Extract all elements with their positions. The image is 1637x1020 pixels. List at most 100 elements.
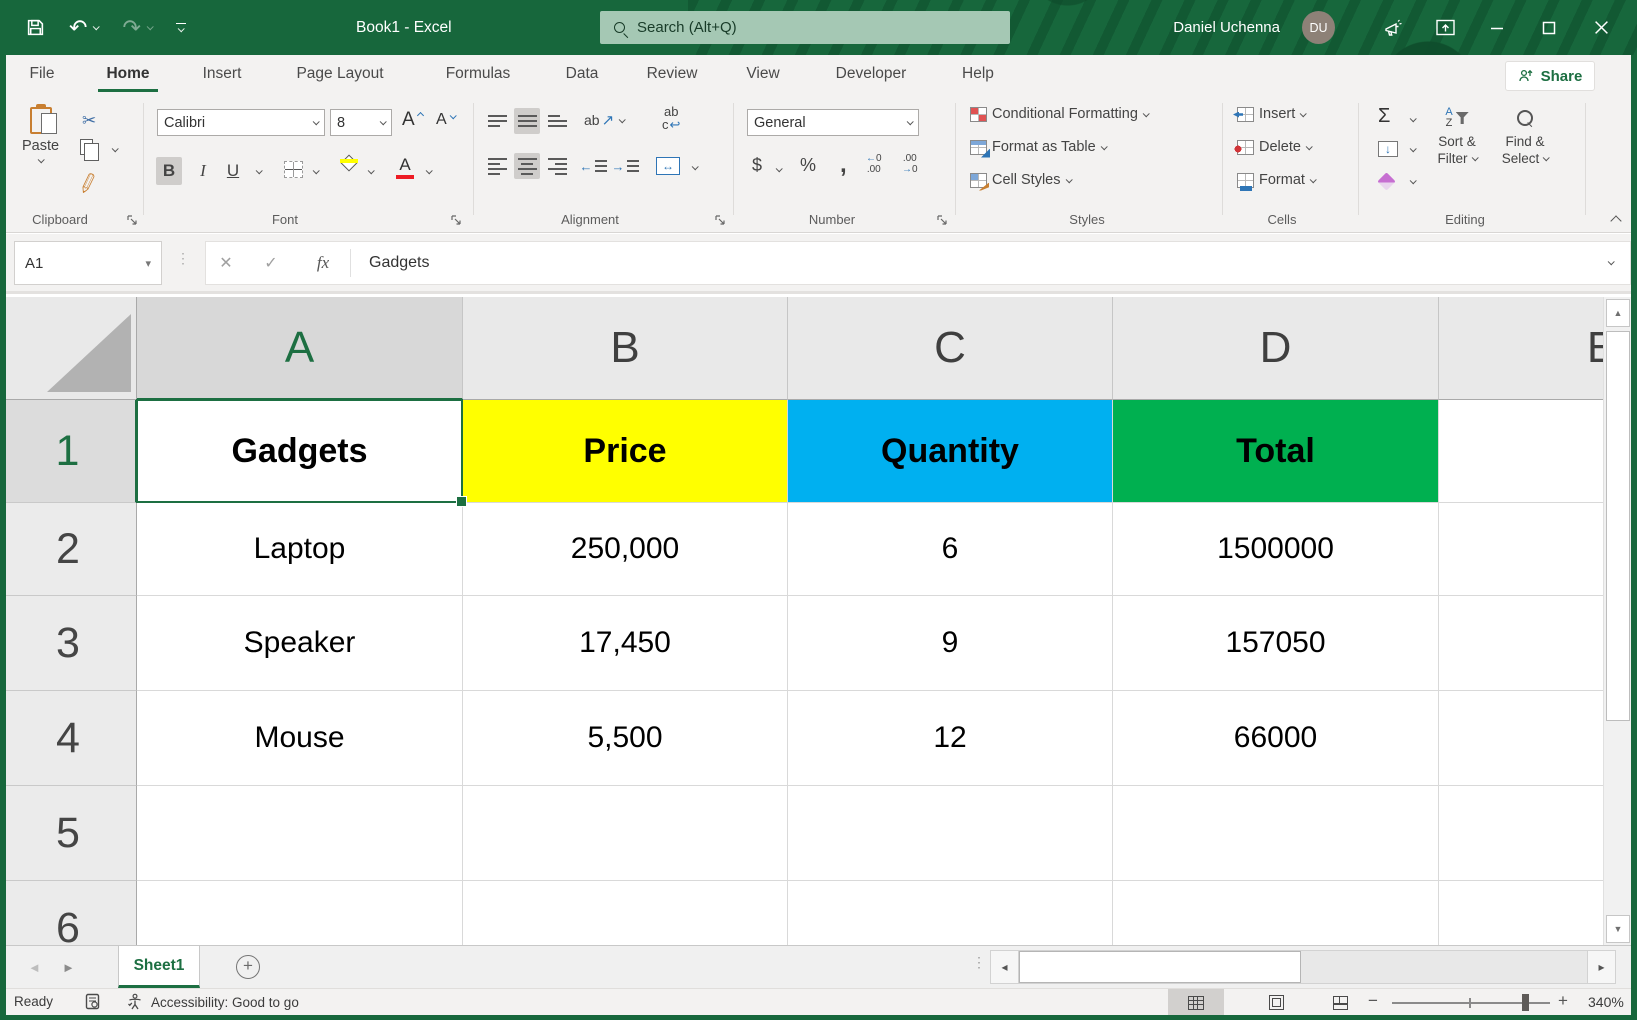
cell-D4[interactable]: 66000 bbox=[1113, 691, 1439, 786]
cell-A6[interactable] bbox=[137, 881, 463, 945]
cell-E6[interactable] bbox=[1439, 881, 1603, 945]
accessibility-status[interactable]: Accessibility: Good to go bbox=[126, 993, 299, 1011]
ribbon-display-options-button[interactable] bbox=[1419, 0, 1471, 55]
cell-C1[interactable]: Quantity bbox=[788, 400, 1113, 503]
row-header-4[interactable]: 4 bbox=[0, 691, 137, 786]
font-color-icon[interactable]: A bbox=[396, 155, 414, 175]
minimize-button[interactable] bbox=[1471, 0, 1523, 55]
borders-icon[interactable] bbox=[284, 161, 303, 178]
scroll-right-icon[interactable]: ▸ bbox=[1587, 951, 1615, 983]
column-header-D[interactable]: D bbox=[1113, 297, 1439, 400]
row-header-3[interactable]: 3 bbox=[0, 596, 137, 691]
cell-A2[interactable]: Laptop bbox=[137, 503, 463, 596]
format-painter-icon[interactable]: 🖉 bbox=[76, 169, 103, 202]
cut-button[interactable]: ✂ bbox=[82, 111, 96, 131]
cell-D3[interactable]: 157050 bbox=[1113, 596, 1439, 691]
align-middle-button[interactable] bbox=[514, 108, 540, 134]
scroll-left-icon[interactable]: ◂ bbox=[991, 951, 1019, 983]
zoom-in-button[interactable]: + bbox=[1558, 991, 1568, 1011]
normal-view-button[interactable] bbox=[1168, 989, 1224, 1016]
font-size-select[interactable]: 8 bbox=[330, 109, 392, 136]
formula-input[interactable]: Gadgets bbox=[369, 254, 429, 272]
zoom-level[interactable]: 340% bbox=[1588, 994, 1624, 1010]
row-header-2[interactable]: 2 bbox=[0, 503, 137, 596]
tab-page-layout[interactable]: Page Layout bbox=[282, 55, 398, 95]
cell-styles-button[interactable]: Cell Styles bbox=[970, 172, 1071, 188]
fill-button[interactable]: ↓ bbox=[1378, 141, 1398, 157]
borders-dropdown-icon[interactable] bbox=[313, 167, 320, 174]
row-header-6[interactable]: 6 bbox=[0, 881, 137, 945]
clipboard-dialog-launcher[interactable] bbox=[126, 214, 139, 227]
number-format-select[interactable]: General bbox=[747, 109, 919, 136]
zoom-out-button[interactable]: − bbox=[1368, 991, 1378, 1011]
tab-view[interactable]: View bbox=[735, 55, 791, 95]
align-top-button[interactable] bbox=[484, 108, 510, 134]
redo-button[interactable]: ↷ bbox=[122, 17, 151, 39]
cell-D5[interactable] bbox=[1113, 786, 1439, 881]
user-name[interactable]: Daniel Uchenna bbox=[1173, 19, 1280, 36]
cell-C4[interactable]: 12 bbox=[788, 691, 1113, 786]
maximize-button[interactable] bbox=[1523, 0, 1575, 55]
cell-A4[interactable]: Mouse bbox=[137, 691, 463, 786]
select-all-button[interactable] bbox=[0, 297, 137, 400]
tab-data[interactable]: Data bbox=[552, 55, 612, 95]
merge-center-dropdown-icon[interactable] bbox=[692, 163, 699, 170]
vertical-scroll-thumb[interactable] bbox=[1606, 331, 1630, 721]
italic-button[interactable]: I bbox=[192, 157, 214, 185]
increase-decimal-button[interactable]: ←0.00 bbox=[866, 153, 882, 175]
tab-review[interactable]: Review bbox=[634, 55, 710, 95]
format-cells-button[interactable]: Format bbox=[1237, 172, 1315, 188]
row-header-5[interactable]: 5 bbox=[0, 786, 137, 881]
accounting-dropdown-icon[interactable] bbox=[776, 165, 783, 172]
cell-C6[interactable] bbox=[788, 881, 1113, 945]
cell-B5[interactable] bbox=[463, 786, 788, 881]
comma-style-button[interactable]: , bbox=[840, 151, 847, 179]
cell-E4[interactable] bbox=[1439, 691, 1603, 786]
font-color-dropdown-icon[interactable] bbox=[426, 167, 433, 174]
collapse-ribbon-icon[interactable] bbox=[1610, 215, 1621, 226]
copy-dropdown-icon[interactable] bbox=[112, 145, 119, 152]
sheet-nav-left-icon[interactable]: ◄ bbox=[28, 946, 41, 988]
search-input[interactable]: Search (Alt+Q) bbox=[600, 11, 1010, 44]
cell-C3[interactable]: 9 bbox=[788, 596, 1113, 691]
underline-button[interactable]: U bbox=[222, 157, 244, 185]
column-header-A[interactable]: A bbox=[137, 297, 463, 400]
autosum-dropdown-icon[interactable] bbox=[1410, 115, 1417, 122]
sheet-tab-sheet1[interactable]: Sheet1 bbox=[118, 946, 200, 988]
cell-B4[interactable]: 5,500 bbox=[463, 691, 788, 786]
customize-qat-button[interactable] bbox=[176, 23, 186, 33]
align-left-button[interactable] bbox=[484, 153, 510, 179]
formula-bar-grip[interactable]: ⋮ bbox=[176, 250, 189, 267]
scroll-up-icon[interactable]: ▲ bbox=[1606, 299, 1630, 327]
name-box[interactable]: A1 ▾ bbox=[14, 241, 162, 285]
conditional-formatting-button[interactable]: Conditional Formatting bbox=[970, 106, 1148, 122]
format-as-table-button[interactable]: Format as Table bbox=[970, 139, 1106, 155]
cell-C2[interactable]: 6 bbox=[788, 503, 1113, 596]
vertical-scrollbar[interactable]: ▲ ▼ bbox=[1603, 297, 1631, 945]
fill-color-dropdown-icon[interactable] bbox=[368, 167, 375, 174]
macro-record-icon[interactable] bbox=[84, 993, 101, 1013]
font-dialog-launcher[interactable] bbox=[450, 214, 463, 227]
cell-B2[interactable]: 250,000 bbox=[463, 503, 788, 596]
column-header-C[interactable]: C bbox=[788, 297, 1113, 400]
tab-formulas[interactable]: Formulas bbox=[430, 55, 526, 95]
underline-dropdown-icon[interactable] bbox=[256, 167, 263, 174]
align-center-button[interactable] bbox=[514, 153, 540, 179]
decrease-font-button[interactable]: A bbox=[436, 111, 455, 129]
cell-D2[interactable]: 1500000 bbox=[1113, 503, 1439, 596]
zoom-slider-thumb[interactable] bbox=[1522, 994, 1529, 1011]
sheet-nav-right-icon[interactable]: ► bbox=[62, 946, 75, 988]
number-dialog-launcher[interactable] bbox=[936, 214, 949, 227]
tab-help[interactable]: Help bbox=[950, 55, 1006, 95]
page-break-view-button[interactable] bbox=[1312, 989, 1368, 1016]
wrap-text-button[interactable]: ab c↩ bbox=[662, 105, 680, 131]
cell-B6[interactable] bbox=[463, 881, 788, 945]
undo-button[interactable]: ↶ bbox=[69, 17, 98, 39]
cell-B3[interactable]: 17,450 bbox=[463, 596, 788, 691]
accounting-format-button[interactable]: $ bbox=[752, 155, 762, 176]
increase-font-button[interactable]: A bbox=[402, 109, 423, 131]
copy-button[interactable] bbox=[80, 139, 93, 155]
find-select-button[interactable]: Find & Select bbox=[1494, 103, 1556, 167]
new-sheet-button[interactable]: + bbox=[236, 955, 260, 979]
tab-developer[interactable]: Developer bbox=[818, 55, 924, 95]
